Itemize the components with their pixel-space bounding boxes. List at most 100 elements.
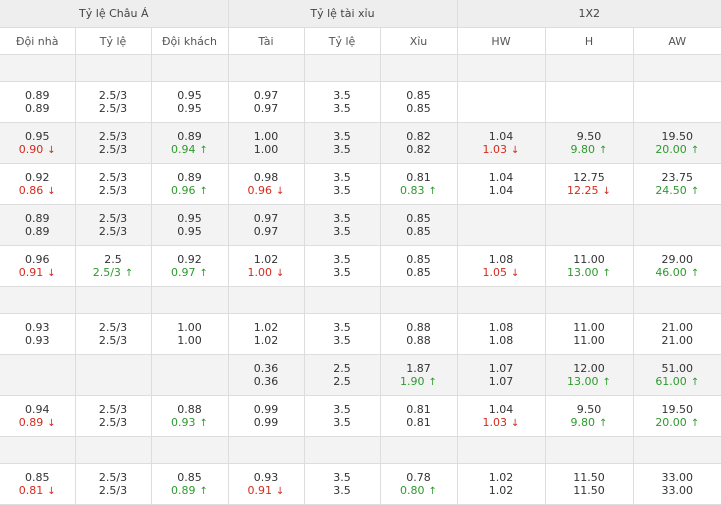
odds-value: 12.00 — [573, 362, 605, 375]
odds-cell: 20.00 ↑ — [633, 416, 721, 437]
down-arrow-icon: ↓ — [47, 145, 56, 156]
odds-cell — [457, 102, 546, 123]
odds-row-line2: 0.89 ↓ 2.5/3 0.93 ↑ 0.99 3.5 0.81 1.03 ↓ 9.80 ↑ 20.0… — [0, 416, 721, 437]
down-arrow-icon: ↓ — [47, 418, 56, 429]
odds-cell: 0.91 ↓ — [0, 266, 76, 287]
odds-value: 9.80 — [570, 143, 596, 156]
odds-cell: 2.5/3 — [75, 143, 152, 164]
odds-cell: 12.00 — [545, 354, 634, 375]
odds-cell: 33.00 — [633, 463, 721, 484]
odds-cell: 3.5 — [304, 204, 381, 225]
odds-cell: 12.25 ↓ — [545, 184, 634, 205]
odds-cell: 1.00 — [151, 334, 229, 355]
odds-value: 0.90 — [18, 143, 44, 156]
odds-value: 1.00 — [177, 321, 202, 334]
odds-cell — [545, 225, 634, 246]
odds-value: 2.5/3 — [98, 321, 128, 334]
odds-value: 1.08 — [488, 321, 514, 334]
spacer-cell — [380, 54, 458, 82]
odds-row-line1: 0.85 2.5/3 0.85 0.93 3.5 0.78 1.02 11.50 33.00 — [0, 463, 721, 484]
odds-value: 11.50 — [573, 484, 605, 497]
odds-cell: 3.5 — [304, 484, 381, 505]
odds-cell: 3.5 — [304, 334, 381, 355]
odds-cell: 46.00 ↑ — [633, 266, 721, 287]
odds-cell: 2.5/3 — [75, 163, 152, 184]
spacer-cell — [228, 436, 305, 464]
spacer-cell — [151, 286, 229, 314]
up-arrow-icon: ↑ — [428, 486, 437, 497]
down-arrow-icon: ↓ — [276, 186, 285, 197]
odds-table: Tỷ lệ Châu Á Tỷ lệ tài xỉu 1X2 Đội nhà T… — [0, 0, 721, 505]
spacer-cell — [457, 54, 546, 82]
odds-cell — [151, 375, 229, 396]
odds-value: 0.95 — [177, 102, 202, 115]
odds-value: 19.50 — [661, 130, 694, 143]
odds-value: 1.00 — [253, 143, 279, 156]
spacer-cell — [0, 54, 76, 82]
odds-cell: 0.98 — [228, 163, 305, 184]
spacer-cell — [633, 54, 721, 82]
odds-row-line2: 0.86 ↓ 2.5/3 0.96 ↑ 0.96 ↓ 3.5 0.83 ↑ 1.04 12.25 ↓ 24… — [0, 184, 721, 205]
up-arrow-icon: ↑ — [690, 377, 700, 388]
group-header-1x2: 1X2 — [457, 0, 721, 28]
up-arrow-icon: ↑ — [690, 186, 700, 197]
odds-value: 0.94 — [171, 143, 196, 156]
odds-value: 11.50 — [573, 471, 605, 484]
odds-cell: 3.5 — [304, 143, 381, 164]
odds-value: 3.5 — [333, 143, 351, 156]
spacer-row — [0, 286, 721, 314]
odds-value: 3.5 — [333, 89, 351, 102]
odds-value: 1.05 — [482, 266, 508, 279]
odds-cell: 0.95 — [151, 102, 229, 123]
odds-value: 0.97 — [253, 102, 279, 115]
odds-value: 29.00 — [661, 253, 694, 266]
spacer-row — [0, 436, 721, 464]
odds-value: 1.90 — [400, 375, 425, 388]
col-header-under: Xỉu — [380, 27, 458, 55]
odds-cell: 0.94 ↑ — [151, 143, 229, 164]
odds-value: 11.00 — [573, 334, 605, 347]
odds-cell: 0.95 — [0, 122, 76, 143]
odds-value: 20.00 — [655, 143, 687, 156]
odds-row-line1: 0.89 2.5/3 0.95 0.97 3.5 0.85 — [0, 81, 721, 102]
odds-cell: 0.85 — [380, 266, 458, 287]
odds-cell: 0.95 — [151, 225, 229, 246]
spacer-cell — [228, 54, 305, 82]
odds-value: 0.81 — [18, 484, 44, 497]
odds-value: 2.5/3 — [98, 171, 128, 184]
odds-cell: 0.82 — [380, 143, 458, 164]
odds-cell: 3.5 — [304, 463, 381, 484]
odds-cell: 2.5/3 — [75, 334, 152, 355]
odds-value: 2.5 — [333, 362, 351, 375]
odds-row-line1: 0.94 2.5/3 0.88 0.99 3.5 0.81 1.04 9.50 19.50 — [0, 395, 721, 416]
odds-cell: 0.85 — [380, 81, 458, 102]
odds-value: 2.5/3 — [98, 212, 128, 225]
odds-cell: 1.00 — [228, 143, 305, 164]
spacer-cell — [545, 286, 634, 314]
odds-cell: 3.5 — [304, 81, 381, 102]
odds-value: 2.5/3 — [98, 403, 128, 416]
odds-value: 0.97 — [253, 225, 279, 238]
odds-cell: 33.00 — [633, 484, 721, 505]
spacer-cell — [304, 54, 381, 82]
odds-cell: 2.5 — [304, 375, 381, 396]
down-arrow-icon: ↓ — [602, 186, 611, 197]
col-header-handicap: Tỷ lệ — [75, 27, 152, 55]
odds-value: 0.93 — [171, 416, 196, 429]
odds-value: 0.95 — [177, 225, 202, 238]
odds-cell — [633, 102, 721, 123]
odds-cell: 0.88 — [380, 313, 458, 334]
odds-value: 0.81 — [406, 416, 431, 429]
spacer-cell — [75, 286, 152, 314]
down-arrow-icon: ↓ — [47, 268, 56, 279]
odds-cell: 2.5/3 — [75, 225, 152, 246]
odds-cell: 0.88 — [380, 334, 458, 355]
odds-value: 3.5 — [333, 321, 351, 334]
spacer-cell — [151, 54, 229, 82]
odds-row-line2: 0.36 2.5 1.90 ↑ 1.07 13.00 ↑ 61.00 ↑ — [0, 375, 721, 396]
odds-value: 1.02 — [253, 321, 279, 334]
odds-cell: 1.90 ↑ — [380, 375, 458, 396]
odds-value: 19.50 — [661, 403, 694, 416]
odds-value: 2.5/3 — [98, 184, 128, 197]
odds-value: 9.80 — [570, 416, 596, 429]
